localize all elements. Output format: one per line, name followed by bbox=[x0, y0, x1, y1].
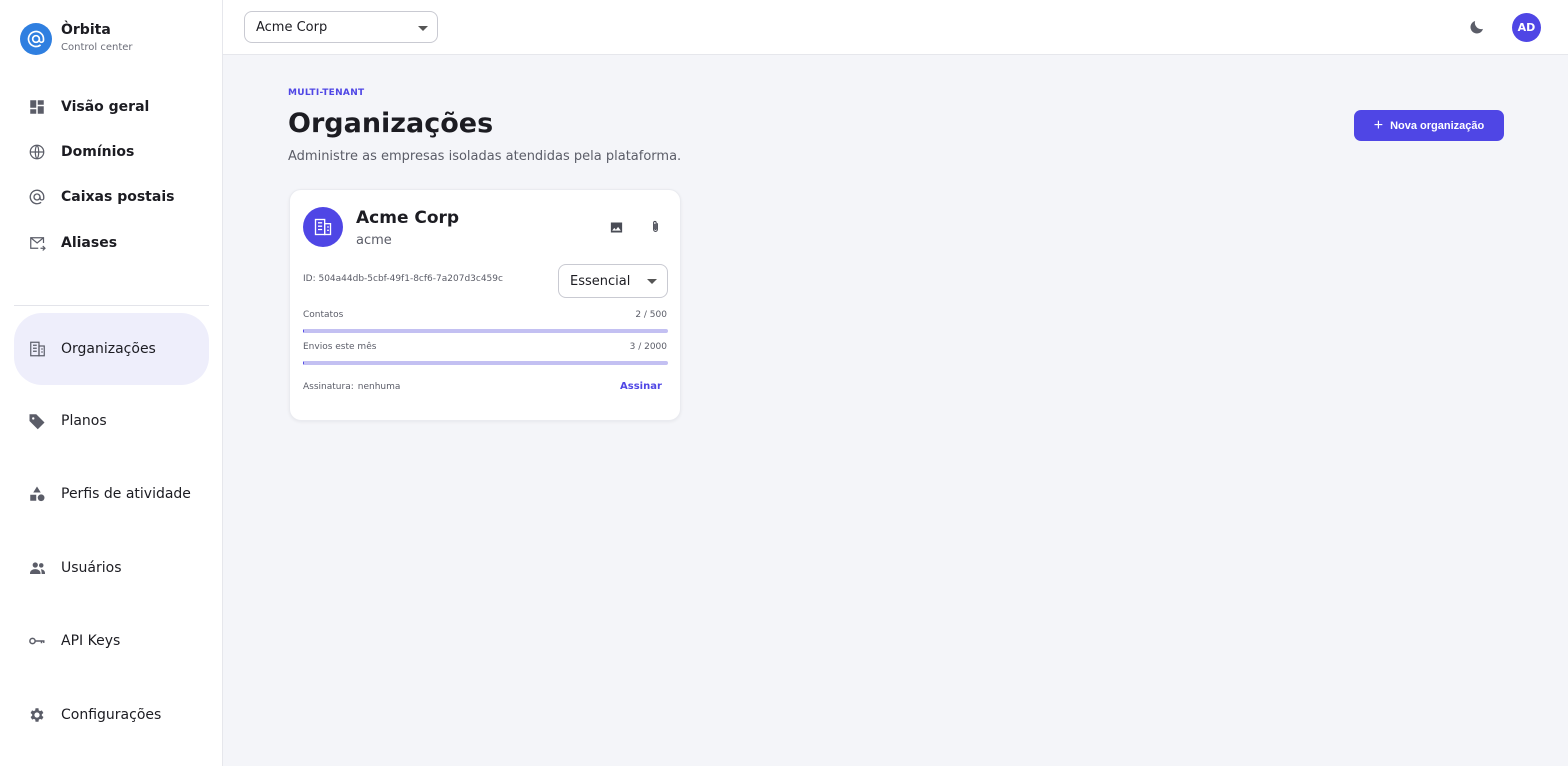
chevron-down-icon bbox=[647, 279, 657, 284]
subscription-value: nenhuma bbox=[357, 382, 401, 392]
topbar: Acme Corp AD bbox=[223, 0, 1568, 55]
sends-value: 3 / 2000 bbox=[629, 342, 667, 352]
at-sign-logo-icon bbox=[20, 22, 52, 55]
contacts-progress-fill bbox=[303, 329, 305, 333]
sidebar-item-label: Planos bbox=[61, 413, 107, 429]
page-subtitle: Administre as empresas isoladas atendida… bbox=[288, 149, 682, 164]
plus-icon: + bbox=[1373, 116, 1384, 134]
subscription-label: Assinatura: bbox=[303, 382, 354, 392]
brand-subtitle: Control center bbox=[61, 42, 133, 53]
subscribe-link[interactable]: Assinar bbox=[620, 381, 662, 392]
page-title: Organizações bbox=[288, 108, 494, 139]
sidebar-item-label: API Keys bbox=[61, 633, 121, 649]
sidebar-item-label: Aliases bbox=[61, 235, 118, 251]
sends-progress bbox=[303, 361, 668, 365]
tenant-select[interactable]: Acme Corp bbox=[244, 11, 438, 43]
organization-card: Acme Corp acme ID: 504a44db-5cbf-49f1-8c… bbox=[289, 189, 681, 421]
gear-icon bbox=[26, 704, 48, 726]
sidebar-divider bbox=[14, 305, 209, 306]
tenant-select-value: Acme Corp bbox=[256, 19, 328, 35]
sends-label: Envios este mês bbox=[303, 342, 377, 352]
new-organization-label: Nova organização bbox=[1390, 119, 1485, 132]
sidebar-item-configuracoes[interactable]: Configurações bbox=[14, 704, 209, 726]
brand-name: Òrbita bbox=[61, 22, 111, 38]
mail-forward-icon bbox=[26, 232, 48, 254]
organization-name: Acme Corp bbox=[356, 208, 460, 228]
dashboard-icon bbox=[26, 96, 48, 118]
contacts-value: 2 / 500 bbox=[635, 310, 667, 320]
plan-select-value: Essencial bbox=[570, 273, 631, 289]
sidebar-item-label: Caixas postais bbox=[61, 189, 175, 205]
avatar[interactable]: AD bbox=[1512, 13, 1541, 42]
building-icon bbox=[26, 338, 48, 360]
sidebar-item-label: Usuários bbox=[61, 560, 122, 576]
sidebar-item-aliases[interactable]: Aliases bbox=[14, 232, 209, 254]
contacts-label: Contatos bbox=[303, 310, 344, 320]
sidebar-item-visao-geral[interactable]: Visão geral bbox=[14, 96, 209, 118]
organization-id: ID: 504a44db-5cbf-49f1-8cf6-7a207d3c459c bbox=[303, 274, 503, 284]
key-icon bbox=[26, 630, 48, 652]
subscription-status: Assinatura: nenhuma bbox=[303, 382, 400, 392]
new-organization-button[interactable]: + Nova organização bbox=[1354, 110, 1504, 141]
shapes-icon bbox=[26, 483, 48, 505]
sidebar-item-label: Perfis de atividade bbox=[61, 486, 191, 502]
organization-slug: acme bbox=[356, 233, 392, 248]
globe-icon bbox=[26, 141, 48, 163]
image-icon bbox=[610, 222, 622, 232]
sidebar-item-label: Domínios bbox=[61, 144, 135, 160]
people-icon bbox=[26, 557, 48, 579]
sidebar-item-perfis-de-atividade[interactable]: Perfis de atividade bbox=[14, 483, 209, 505]
sidebar-item-planos[interactable]: Planos bbox=[14, 410, 209, 432]
sidebar-item-label: Organizações bbox=[61, 341, 156, 357]
tag-icon bbox=[26, 410, 48, 432]
building-icon bbox=[303, 207, 343, 247]
sidebar-item-caixas-postais[interactable]: Caixas postais bbox=[14, 186, 209, 208]
chevron-down-icon bbox=[418, 26, 428, 31]
sidebar-item-api-keys[interactable]: API Keys bbox=[14, 630, 209, 652]
at-sign-icon bbox=[26, 186, 48, 208]
sidebar-item-organizacoes[interactable]: Organizações bbox=[14, 313, 209, 385]
sidebar: Òrbita Control center Visão geral Domíni… bbox=[0, 0, 223, 766]
paperclip-icon bbox=[652, 220, 658, 232]
contacts-progress bbox=[303, 329, 668, 333]
sidebar-item-dominios[interactable]: Domínios bbox=[14, 141, 209, 163]
sends-progress-fill bbox=[303, 361, 304, 365]
plan-select[interactable]: Essencial bbox=[558, 264, 668, 298]
brand[interactable]: Òrbita Control center bbox=[20, 22, 133, 55]
sidebar-item-usuarios[interactable]: Usuários bbox=[14, 557, 209, 579]
sidebar-item-label: Configurações bbox=[61, 707, 162, 723]
attach-button[interactable] bbox=[642, 214, 668, 240]
sidebar-item-label: Visão geral bbox=[61, 99, 150, 115]
moon-icon bbox=[1470, 21, 1483, 34]
page-eyebrow: MULTI-TENANT bbox=[288, 88, 365, 98]
upload-logo-button[interactable] bbox=[603, 214, 629, 240]
theme-toggle-button[interactable] bbox=[1466, 16, 1488, 38]
